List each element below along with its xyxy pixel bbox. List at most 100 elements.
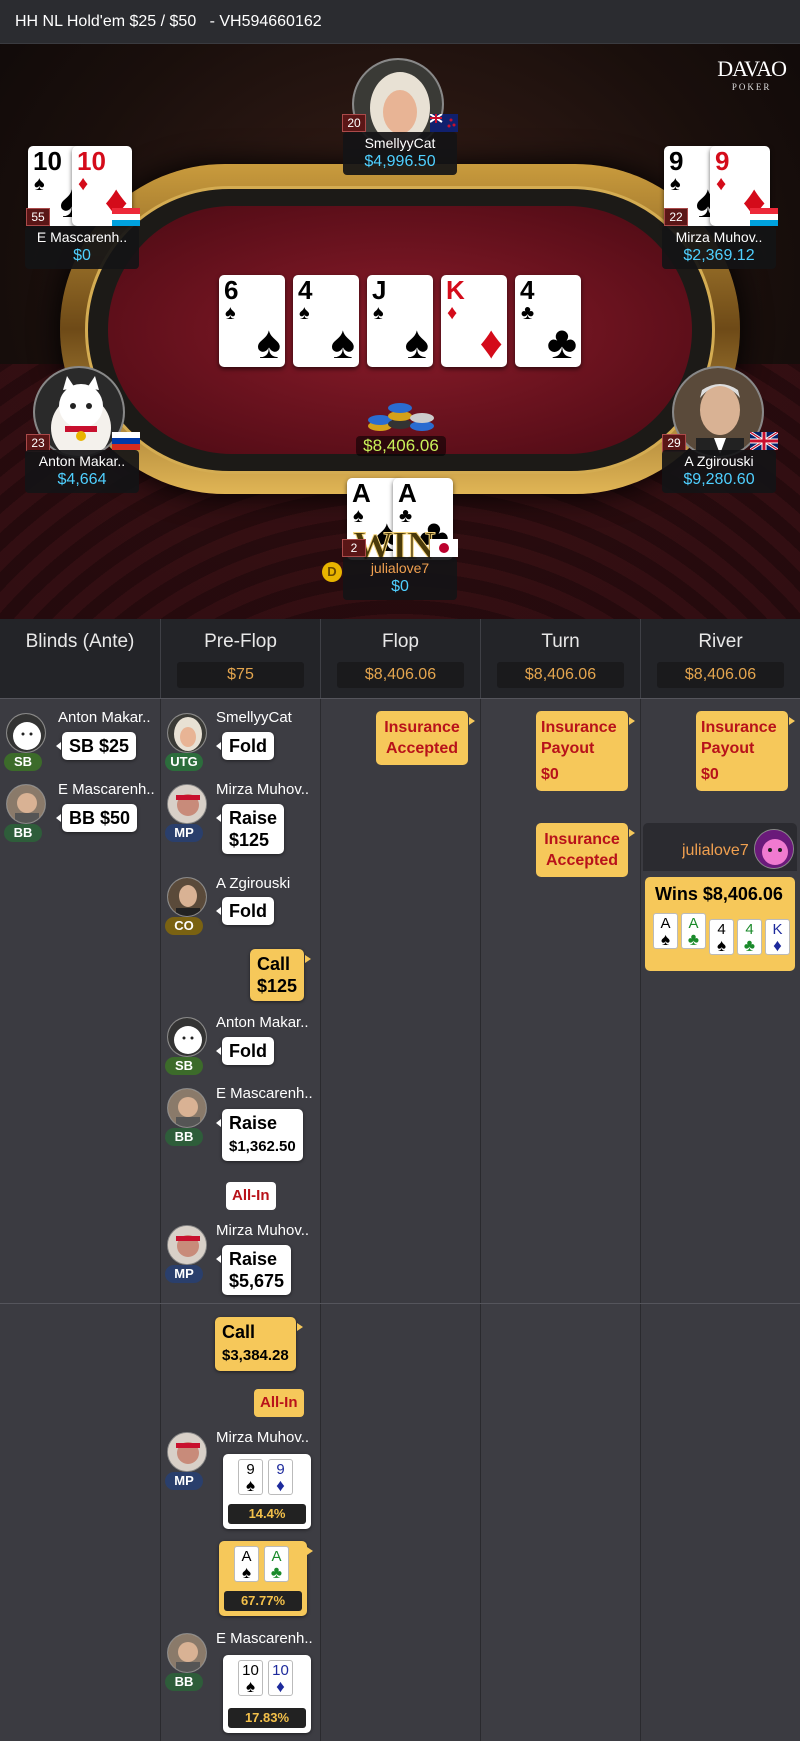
mini-card: A ♠ — [234, 1546, 259, 1582]
hand-history-screen: { "title": "HH NL Hold'em $25 / $50", "h… — [0, 0, 800, 1741]
seat-top[interactable]: SmellyyCat $4,996.50 — [343, 132, 457, 175]
street-pot: $8,406.06 — [657, 662, 784, 688]
street-pot: $8,406.06 — [497, 662, 624, 688]
col-header-river: River $8,406.06 — [641, 619, 800, 698]
level-badge: 55 — [26, 208, 50, 226]
hand-id: - VH594660162 — [209, 13, 322, 30]
player-name: A Zgirouski — [684, 453, 754, 469]
player-name: Mirza Muhov.. — [216, 1222, 310, 1239]
hand-history-grid: Blinds (Ante) Pre-Flop $75 Flop $8,406.06 … — [0, 619, 800, 1741]
mini-card: 9 ♠ — [238, 1459, 263, 1495]
equity-percent: 67.77% — [224, 1591, 302, 1611]
avatar-e-mascarenh — [167, 1633, 207, 1673]
player-name: Anton Makar.. — [38, 453, 126, 469]
mini-card: 4 ♠ — [709, 919, 734, 955]
seat-bottom[interactable]: julialove7 $0 — [343, 557, 457, 600]
player-name: E Mascarenh.. — [36, 229, 128, 245]
position-badge: UTG — [165, 753, 203, 771]
board-card-2: 4 ♠ ♠ — [293, 275, 359, 367]
avatar-smellyycat — [167, 713, 207, 753]
player-stack: $0 — [73, 247, 91, 264]
mini-card: 4 ♣ — [737, 919, 762, 955]
col-header-turn: Turn $8,406.06 — [481, 619, 641, 698]
level-badge: 20 — [342, 114, 366, 132]
action-bubble: Raise $1,362.50 — [216, 1109, 303, 1161]
ru-flag-icon — [112, 432, 140, 450]
col-header-flop: Flop $8,406.06 — [321, 619, 481, 698]
action-bubble: BB $50 — [55, 804, 138, 832]
seat-top-left[interactable]: E Mascarenh.. $0 — [25, 226, 139, 269]
player-name: SmellyyCat — [216, 709, 292, 726]
allin-badge: All-In — [254, 1389, 304, 1417]
player-name: Mirza Muhov.. — [675, 229, 763, 245]
chip-stack-icon — [368, 403, 434, 431]
position-badge: CO — [165, 917, 203, 935]
avatar-mirza-muhov — [167, 784, 207, 824]
action-bubble: Raise $125 — [215, 804, 285, 854]
avatar-e-mascarenh — [6, 784, 46, 824]
player-name: Mirza Muhov.. — [216, 781, 310, 798]
row-divider — [0, 1303, 800, 1304]
title-bar: HH NL Hold'em $25 / $50 - VH594660162 — [0, 0, 800, 44]
game-title: HH NL Hold'em $25 / $50 — [15, 13, 197, 30]
player-name: Anton Makar.. — [58, 709, 151, 726]
avatar-julialove7 — [754, 829, 794, 869]
player-name: julialove7 — [370, 560, 430, 576]
col-flop — [321, 698, 481, 1741]
player-name: Mirza Muhov.. — [216, 1429, 310, 1446]
insurance-accepted: Insurance Accepted — [376, 711, 475, 765]
winner-name: julialove7 — [682, 842, 749, 859]
hero-equity-box: A ♠ A ♣ 67.77% — [219, 1541, 307, 1616]
player-name: E Mascarenh.. — [216, 1085, 313, 1102]
player-name: SmellyyCat — [364, 135, 436, 151]
position-badge: MP — [165, 824, 203, 842]
player-name: E Mascarenh.. — [216, 1630, 313, 1647]
player-stack: $9,280.60 — [683, 471, 755, 488]
avatar-lucky-cat — [167, 1017, 207, 1057]
mini-card: 10 ♦ — [268, 1660, 293, 1696]
player-stack: $4,664 — [57, 471, 107, 488]
player-stack: $4,996.50 — [364, 153, 436, 170]
seat-top-right[interactable]: Mirza Muhov.. $2,369.12 — [662, 226, 776, 269]
board-card-5: 4 ♣ ♣ — [515, 275, 581, 367]
davao-poker-logo: DAVAO POKER — [717, 56, 787, 92]
avatar-mirza-muhov — [167, 1225, 207, 1265]
action-bubble: Fold — [216, 897, 274, 925]
player-stack: $2,369.12 — [683, 247, 755, 264]
col-header-blinds: Blinds (Ante) — [0, 619, 161, 698]
bubble-pointer — [307, 1547, 317, 1555]
player-name: E Mascarenh.. — [58, 781, 155, 798]
jp-flag-icon — [430, 539, 458, 557]
position-badge: BB — [165, 1673, 203, 1691]
player-name: A Zgirouski — [216, 875, 291, 892]
pot-amount: $8,406.06 — [356, 436, 446, 456]
mini-card: 10 ♠ — [238, 1660, 263, 1696]
player-name: Anton Makar.. — [216, 1014, 309, 1031]
insurance-accepted: Insurance Accepted — [536, 823, 635, 877]
seat-right[interactable]: A Zgirouski $9,280.60 — [662, 450, 776, 493]
col-blinds — [0, 698, 161, 1741]
street-pot: $8,406.06 — [337, 662, 464, 688]
action-bubble: SB $25 — [55, 732, 137, 760]
insurance-payout: Insurance Payout $0 — [696, 711, 795, 791]
dealer-button: D — [322, 562, 342, 582]
mini-card: 9 ♦ — [268, 1459, 293, 1495]
position-badge: SB — [165, 1057, 203, 1075]
seat-left[interactable]: Anton Makar.. $4,664 — [25, 450, 139, 493]
mini-card: A ♠ — [653, 913, 678, 949]
position-badge: SB — [4, 753, 42, 771]
action-bubble: Fold — [216, 732, 274, 760]
board-card-4: K ♦ ♦ — [441, 275, 507, 367]
position-badge: BB — [4, 824, 42, 842]
row-divider — [0, 698, 800, 699]
nz-flag-icon — [430, 114, 458, 132]
lu-flag-icon — [750, 208, 778, 226]
hero-action-bubble: Call $3,384.28 — [215, 1317, 303, 1371]
board-card-1: 6 ♠ ♠ — [219, 275, 285, 367]
wins-amount: Wins $8,406.06 — [655, 884, 783, 904]
player-stack: $0 — [391, 578, 409, 595]
mini-card: A ♣ — [264, 1546, 289, 1582]
col-header-preflop: Pre-Flop $75 — [161, 619, 321, 698]
position-badge: BB — [165, 1128, 203, 1146]
insurance-payout: Insurance Payout $0 — [536, 711, 635, 791]
